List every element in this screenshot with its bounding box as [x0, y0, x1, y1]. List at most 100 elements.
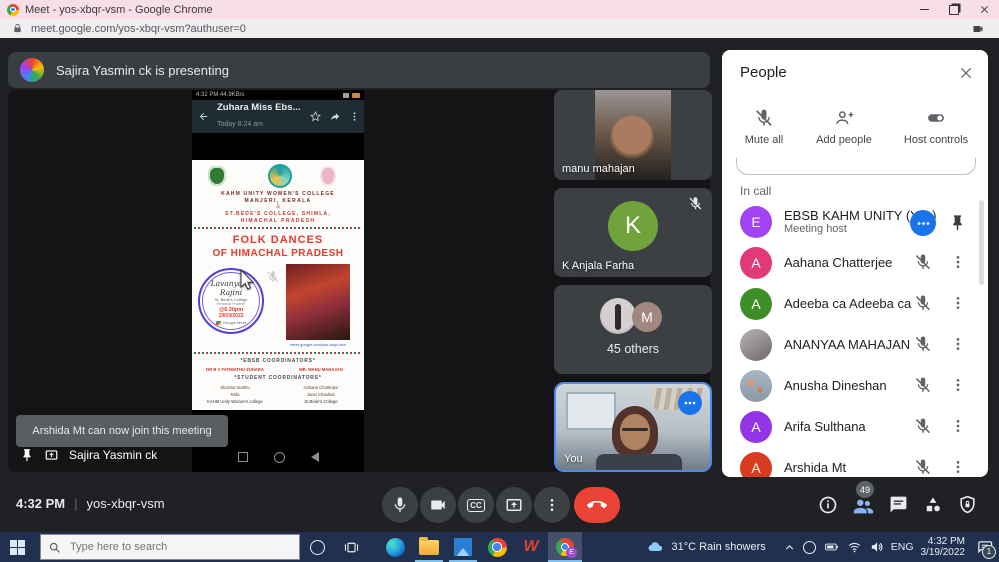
mic-off-icon [914, 417, 932, 435]
captions-button[interactable]: CC [458, 487, 494, 523]
student-left-college: KAHM Unity Women's college [194, 398, 276, 405]
taskbar-explorer[interactable] [412, 532, 446, 562]
android-home-icon [274, 452, 285, 463]
add-people-button[interactable]: Add people [808, 108, 880, 146]
others-avatar-figure [615, 304, 621, 330]
stage-presenter-row: Sajira Yasmin ck [20, 445, 157, 465]
minimize-button[interactable] [909, 0, 939, 19]
stage-presenter-name: Sajira Yasmin ck [69, 448, 157, 462]
pin-icon[interactable] [949, 214, 966, 231]
phone-chat-title: Zuhara Miss Ebs... [217, 103, 300, 113]
host-controls-shield-icon[interactable] [958, 495, 977, 514]
avatar: A [740, 247, 772, 279]
taskbar-meet-window[interactable]: E [548, 532, 582, 562]
tile-you[interactable]: You [554, 382, 712, 472]
mute-all-button[interactable]: Mute all [728, 108, 800, 146]
people-count-badge: 49 [856, 481, 874, 498]
host-controls-label: Host controls [900, 134, 972, 146]
more-vert-icon[interactable] [950, 377, 966, 393]
taskbar-photos[interactable] [446, 532, 480, 562]
student-right-1: Aahana Chatterjee [280, 384, 362, 391]
others-avatar-photo [600, 298, 636, 334]
college-logo-kahm [208, 166, 226, 186]
pinned-icon[interactable] [20, 448, 34, 462]
people-icon[interactable] [852, 495, 874, 517]
mute-all-icon [754, 108, 774, 128]
poster-title1: FOLK DANCES [192, 234, 364, 246]
you-face [620, 414, 650, 450]
photos-icon [454, 538, 472, 556]
start-button[interactable] [0, 532, 34, 562]
mic-icon [391, 496, 409, 514]
participant-row: Anusha Dineshan [722, 366, 988, 407]
you-glasses [622, 428, 648, 431]
poster-ampersand: & [192, 204, 364, 210]
taskbar-chrome[interactable] [480, 532, 514, 562]
host-controls-button[interactable]: Host controls [900, 108, 972, 146]
event-poster: KAHM UNITY WOMEN'S COLLEGE MANJERI, KERA… [192, 160, 364, 410]
participant-name: ANANYAA MAHAJAN [784, 337, 910, 352]
tile-name: You [564, 453, 583, 465]
more-vert-icon[interactable] [950, 459, 966, 475]
close-button[interactable] [969, 0, 999, 19]
more-vert-icon[interactable] [950, 295, 966, 311]
restore-button[interactable] [939, 0, 969, 19]
camera-permission-icon[interactable] [971, 23, 985, 35]
panel-scrollbar[interactable] [979, 200, 984, 285]
student-header: *STUDENT COORDINATORS* [192, 375, 364, 381]
activities-icon[interactable] [923, 495, 943, 515]
taskbar-search[interactable] [40, 534, 300, 560]
minimize-icon [920, 9, 929, 10]
taskbar-edge[interactable] [378, 532, 412, 562]
add-people-icon [834, 108, 854, 128]
mic-button[interactable] [382, 487, 418, 523]
wifi-icon[interactable] [847, 540, 862, 554]
more-vert-icon[interactable] [950, 336, 966, 352]
volume-icon[interactable] [869, 540, 884, 554]
tile-manu-mahajan[interactable]: manu mahajan [554, 90, 712, 180]
tile-45-others[interactable]: M 45 others [554, 285, 712, 374]
camera-button[interactable] [420, 487, 456, 523]
taskbar-wps[interactable]: W [514, 532, 548, 562]
tray-chevron-icon[interactable] [783, 541, 796, 554]
student-right-2: Janvi Chauhan [280, 391, 362, 398]
tray-app-icon[interactable] [803, 541, 816, 554]
meeting-details-icon[interactable] [818, 495, 838, 515]
search-people-input[interactable] [736, 158, 976, 175]
window-titlebar[interactable]: Meet - yos-xbqr-vsm - Google Chrome [0, 0, 999, 19]
panel-close-icon[interactable] [958, 65, 974, 81]
more-vert-icon[interactable] [950, 254, 966, 270]
taskbar-clock[interactable]: 4:32 PM 3/19/2022 [921, 536, 966, 558]
lock-icon [12, 23, 23, 34]
present-button[interactable] [496, 487, 532, 523]
more-vert-icon [544, 497, 560, 513]
end-call-button[interactable] [574, 487, 620, 523]
mute-all-label: Mute all [728, 134, 800, 146]
url-bar[interactable]: meet.google.com/yos-xbqr-vsm?authuser=0 [0, 19, 999, 38]
battery-icon[interactable] [823, 540, 840, 554]
language-indicator[interactable]: ENG [891, 541, 914, 553]
meet-bottom-bar: 4:32 PM | yos-xbqr-vsm CC 49 [0, 478, 999, 532]
meeting-code: yos-xbqr-vsm [87, 496, 165, 511]
mic-off-icon [914, 294, 932, 312]
tile-face [610, 116, 654, 160]
more-vert-icon[interactable] [950, 418, 966, 434]
avatar [740, 329, 772, 361]
you-options-button[interactable] [678, 391, 702, 415]
mic-off-icon [914, 335, 932, 353]
action-center-button[interactable]: 1 [976, 539, 993, 556]
search-input[interactable] [68, 540, 282, 554]
people-panel: People Mute all Add people Host controls… [722, 50, 988, 477]
cortana-button[interactable] [300, 532, 334, 562]
more-options-button[interactable] [534, 487, 570, 523]
mic-off-icon [914, 458, 932, 476]
tile-k-anjala-farha[interactable]: K K Anjala Farha [554, 188, 712, 277]
host-options-button[interactable] [910, 210, 936, 236]
presenting-text: Sajira Yasmin ck is presenting [56, 63, 229, 78]
task-view-button[interactable] [334, 532, 368, 562]
weather-text[interactable]: 31°C Rain showers [671, 541, 765, 553]
host-controls-icon [926, 108, 946, 128]
chat-icon[interactable] [889, 495, 908, 514]
present-icon [505, 496, 523, 514]
divider: | [74, 496, 77, 511]
